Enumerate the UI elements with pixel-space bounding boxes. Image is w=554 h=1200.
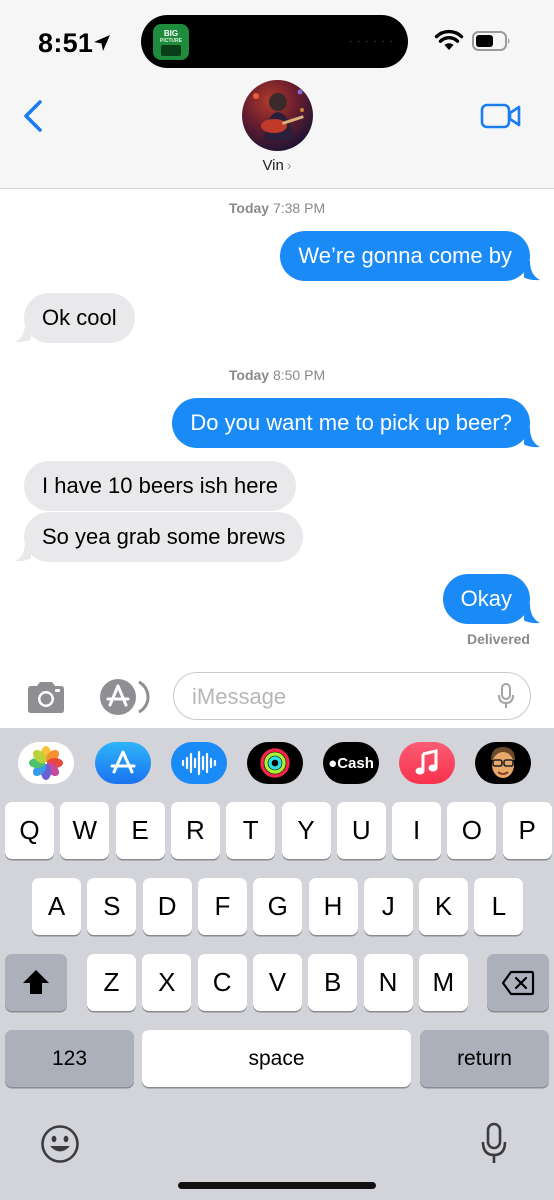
shift-arrow-icon: [23, 970, 49, 994]
island-dots: · · · · · ·: [349, 36, 394, 47]
key-t[interactable]: T: [226, 802, 276, 859]
app-store-glyph-icon: [110, 750, 136, 774]
imessage-input[interactable]: iMessage: [173, 672, 531, 720]
conversation-header: Vin ›: [0, 80, 554, 189]
received-message-bubble[interactable]: I have 10 beers ish here: [24, 461, 297, 511]
sent-message-bubble[interactable]: Do you want me to pick up beer?: [172, 398, 530, 448]
back-chevron-icon[interactable]: [20, 98, 48, 134]
key-z[interactable]: Z: [87, 954, 136, 1011]
photos-flower-icon: [29, 746, 63, 780]
key-u[interactable]: U: [336, 802, 386, 859]
contact-chevron-icon: ›: [286, 157, 292, 173]
bubble-tail: [15, 323, 31, 343]
key-w[interactable]: W: [60, 802, 110, 859]
timestamp-time: 8:50 PM: [272, 367, 326, 383]
received-message-bubble[interactable]: Ok cool: [24, 293, 135, 343]
key-a[interactable]: A: [32, 878, 81, 935]
contact-name[interactable]: Vin ›: [0, 157, 554, 174]
key-d[interactable]: D: [142, 878, 192, 935]
message-timestamp: Today 7:38 PM: [0, 200, 554, 216]
delete-backspace-icon: [501, 970, 535, 996]
key-g[interactable]: G: [253, 878, 303, 935]
location-arrow-icon: [94, 35, 110, 51]
dynamic-island[interactable]: BIG PICTURE · · · · · ·: [141, 15, 408, 68]
numbers-key[interactable]: 123: [5, 1030, 134, 1087]
dictation-mic-icon[interactable]: [498, 683, 514, 709]
battery-icon: [472, 31, 510, 51]
apple-cash-icon[interactable]: ●Cash: [323, 742, 379, 784]
key-s[interactable]: S: [87, 878, 137, 935]
return-key[interactable]: return: [420, 1030, 549, 1087]
live-activity-app-icon: BIG PICTURE: [153, 24, 189, 60]
home-indicator[interactable]: [178, 1182, 376, 1189]
key-b[interactable]: B: [308, 954, 358, 1011]
sent-message-bubble[interactable]: We’re gonna come by: [280, 231, 530, 281]
memoji-icon[interactable]: [475, 742, 531, 784]
key-r[interactable]: R: [170, 802, 220, 859]
app-store-icon[interactable]: [95, 742, 151, 784]
space-key[interactable]: space: [142, 1030, 411, 1087]
apple-cash-label: ●Cash: [328, 754, 374, 772]
delete-key[interactable]: [487, 954, 549, 1011]
app-icon-subtext: PICTURE: [160, 38, 182, 44]
bubble-tail: [15, 542, 31, 562]
wifi-icon: [434, 29, 464, 50]
key-i[interactable]: I: [392, 802, 442, 859]
cash-label-text: Cash: [337, 754, 374, 772]
app-icon-text: BIG: [163, 29, 179, 38]
dictation-mic-icon[interactable]: [480, 1122, 508, 1166]
timestamp-day: Today: [228, 367, 270, 383]
memoji-face-icon: [491, 747, 515, 778]
music-note-icon: [415, 749, 438, 775]
app-store-apps-icon[interactable]: [97, 678, 151, 716]
bubble-tail: [524, 261, 540, 281]
imessage-placeholder: iMessage: [192, 684, 287, 709]
key-v[interactable]: V: [252, 954, 302, 1011]
key-e[interactable]: E: [115, 802, 165, 859]
status-time: 8:51: [38, 28, 94, 58]
waveform-icon: [181, 750, 217, 776]
keyboard: ●Cash QWERTYUIOP ASDFGHJKL ZXCVBNM 123 s…: [0, 728, 554, 1200]
key-y[interactable]: Y: [281, 802, 331, 859]
sent-message-bubble[interactable]: Okay: [442, 574, 530, 624]
delivery-status: Delivered: [466, 631, 530, 647]
key-c[interactable]: C: [197, 954, 247, 1011]
key-k[interactable]: K: [419, 878, 469, 935]
emoji-icon[interactable]: [40, 1124, 80, 1164]
avatar-photo-icon: [253, 89, 304, 140]
bubble-tail: [524, 428, 540, 448]
key-p[interactable]: P: [502, 802, 552, 859]
received-message-bubble[interactable]: So yea grab some brews: [24, 512, 304, 562]
status-bar: 8:51 BIG PICTURE · · · · · ·: [0, 0, 554, 84]
activity-icon[interactable]: [247, 742, 303, 784]
activity-rings-icon: [260, 748, 290, 778]
key-n[interactable]: N: [363, 954, 413, 1011]
shift-key[interactable]: [5, 954, 67, 1011]
key-m[interactable]: M: [418, 954, 468, 1011]
message-timestamp: Today 8:50 PM: [0, 367, 554, 383]
music-icon[interactable]: [399, 742, 455, 784]
key-h[interactable]: H: [308, 878, 358, 935]
contact-avatar[interactable]: [242, 80, 313, 151]
audio-message-icon[interactable]: [171, 742, 227, 784]
camera-icon[interactable]: [24, 680, 68, 714]
tv-icon: [161, 45, 181, 56]
timestamp-time: 7:38 PM: [272, 200, 326, 216]
photos-icon[interactable]: [18, 742, 74, 784]
contact-name-text: Vin: [262, 157, 284, 174]
facetime-video-icon[interactable]: [480, 102, 522, 130]
key-j[interactable]: J: [363, 878, 413, 935]
bubble-tail: [524, 604, 540, 624]
key-l[interactable]: L: [474, 878, 524, 935]
key-f[interactable]: F: [197, 878, 247, 935]
key-x[interactable]: X: [142, 954, 192, 1011]
key-o[interactable]: O: [447, 802, 497, 859]
timestamp-day: Today: [228, 200, 270, 216]
key-q[interactable]: Q: [5, 802, 54, 859]
